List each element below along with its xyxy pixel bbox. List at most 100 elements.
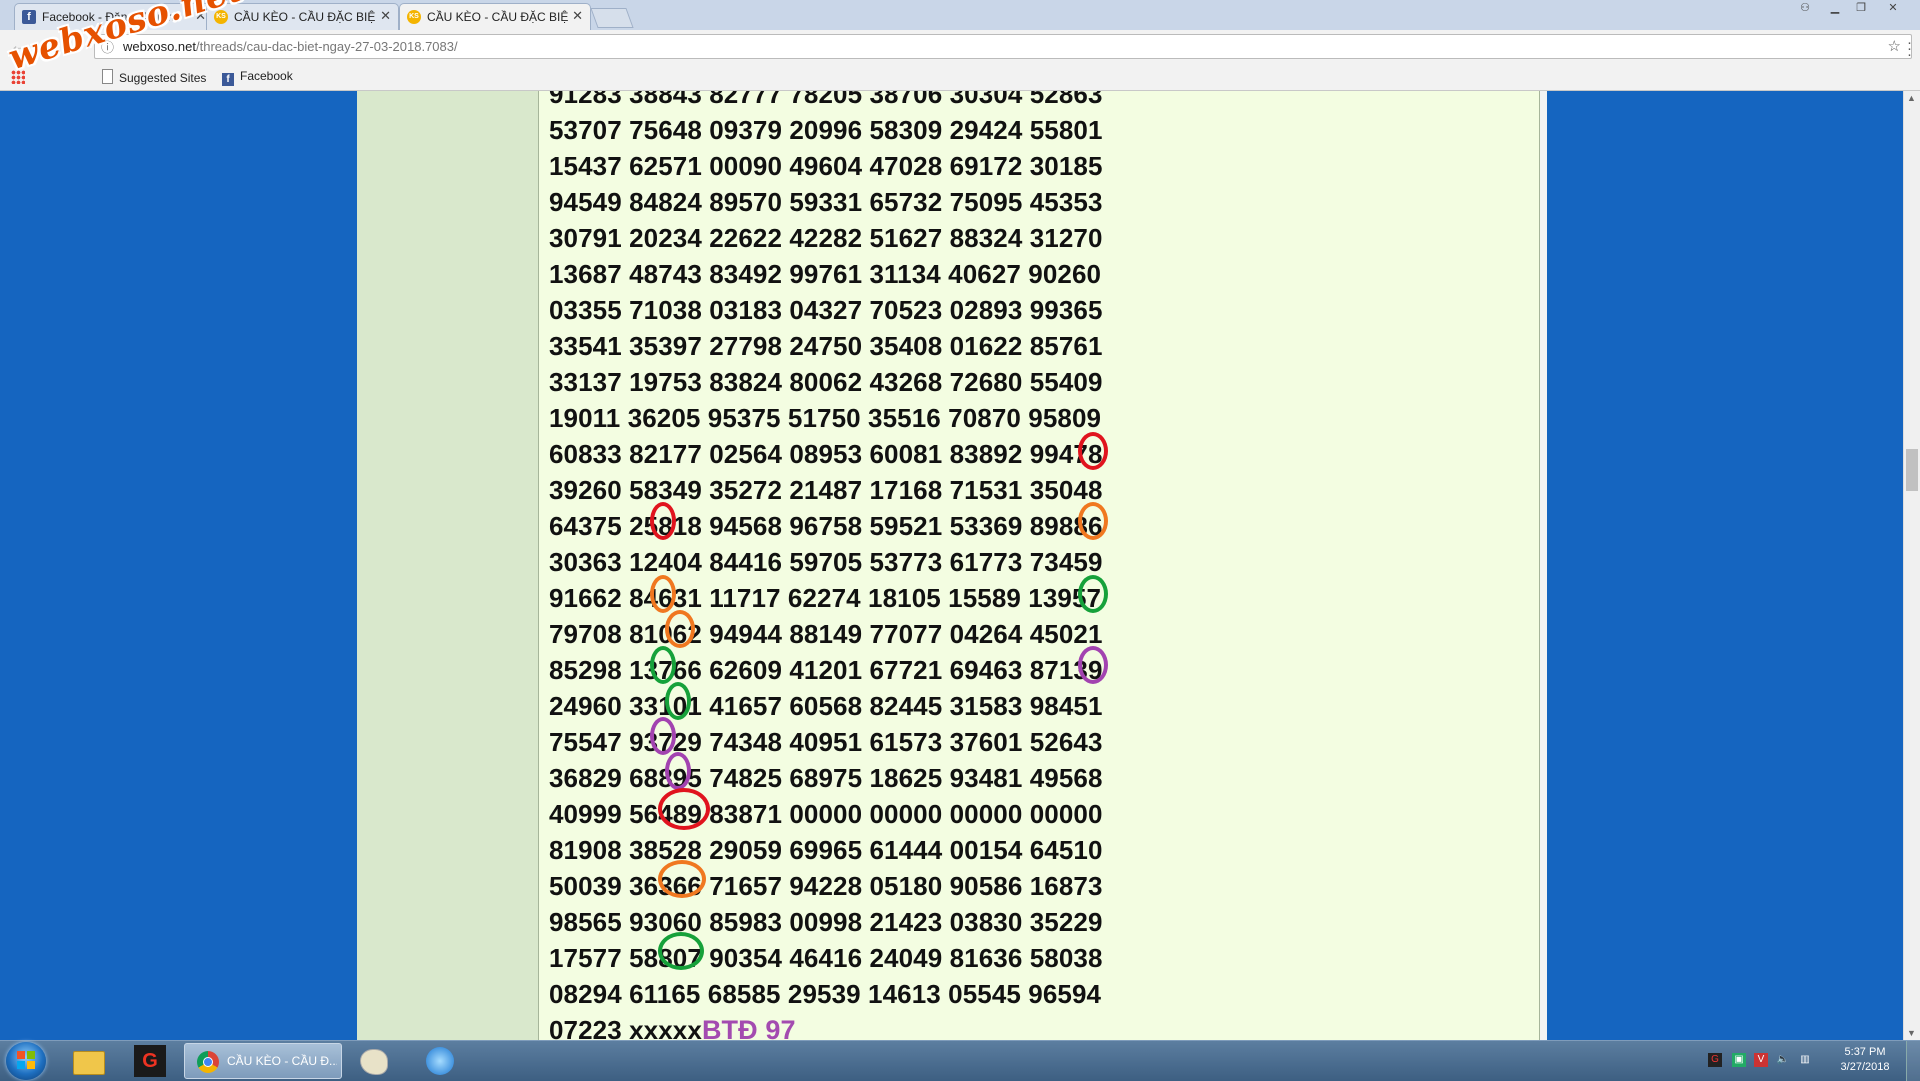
number-row: 98565 93060 85983 00998 21423 03830 3522… — [549, 907, 1103, 937]
highlight-circle — [1078, 575, 1108, 613]
number-row: 79708 81062 94944 88149 77077 04264 4502… — [549, 619, 1103, 649]
ks-icon: KS — [407, 10, 421, 24]
windows-logo-icon — [17, 1051, 35, 1069]
volume-icon[interactable]: 🔈 — [1776, 1053, 1790, 1067]
last-numbers: 07223 xxxxx — [549, 1015, 702, 1040]
highlight-circle — [665, 682, 691, 720]
highlight-circle — [1078, 646, 1108, 684]
nvidia-tray-icon[interactable]: ▣ — [1732, 1053, 1746, 1067]
number-row: 33137 19753 83824 80062 43268 72680 5540… — [549, 367, 1103, 397]
bookmark-label: Suggested Sites — [119, 71, 207, 85]
close-icon[interactable]: ✕ — [380, 8, 391, 24]
antivirus-tray-icon[interactable]: V — [1754, 1053, 1768, 1067]
highlight-circle — [650, 502, 676, 540]
number-row: 36829 68895 74825 68975 18625 93481 4956… — [549, 763, 1103, 793]
lottery-number-list: 91283 38843 82777 78205 38706 30304 5286… — [549, 91, 1103, 1040]
forum-post: 91283 38843 82777 78205 38706 30304 5286… — [357, 91, 1547, 1040]
post-author-column — [357, 91, 539, 1040]
web-page: 91283 38843 82777 78205 38706 30304 5286… — [0, 91, 1903, 1040]
highlight-circle — [665, 752, 691, 790]
number-row: 17577 58807 90354 46416 24049 81636 5803… — [549, 943, 1103, 973]
browser-toolbar: ← → ↻ ⓘ webxoso.net/threads/cau-dac-biet… — [0, 30, 1920, 64]
number-row: 94549 84824 89570 59331 65732 75095 4535… — [549, 187, 1103, 217]
clock-time: 5:37 PM — [1844, 1046, 1886, 1058]
number-row: 30363 12404 84416 59705 53773 61773 7345… — [549, 547, 1103, 577]
number-row: 91662 84631 11717 62274 18105 15589 1395… — [549, 583, 1102, 613]
app-icon — [426, 1047, 454, 1075]
tab-title: CẦU KÈO - CẦU ĐẶC BIỆ — [234, 10, 376, 24]
chrome-taskbar-button[interactable]: CẦU KÈO - CẦU Đ... — [184, 1043, 342, 1079]
bookmarks-bar: Suggested Sites f Facebook — [0, 64, 1920, 91]
number-row: 85298 13766 62609 41201 67721 69463 8713… — [549, 655, 1103, 685]
windows-taskbar: G CẦU KÈO - CẦU Đ... G ▣ V 🔈 ▥ 5:37 PM 3… — [0, 1040, 1920, 1081]
bookmark-label: Facebook — [240, 69, 293, 83]
highlight-circle — [650, 575, 676, 613]
number-row: 33541 35397 27798 24750 35408 01622 8576… — [549, 331, 1103, 361]
highlight-circle — [665, 610, 695, 648]
btd-tag: BTĐ 97 — [701, 1015, 796, 1040]
explorer-taskbar-button[interactable] — [68, 1043, 108, 1079]
new-tab-button[interactable] — [590, 8, 634, 28]
page-icon — [102, 69, 113, 84]
number-row: 30791 20234 22622 42282 51627 88324 3127… — [549, 223, 1103, 253]
network-icon[interactable]: ▥ — [1798, 1053, 1812, 1067]
facebook-icon: f — [22, 10, 36, 24]
number-row: 40999 56489 83871 00000 00000 00000 0000… — [549, 799, 1103, 829]
window-close-icon[interactable]: ✕ — [1880, 0, 1906, 18]
number-row: 08294 61165 68585 29539 14613 05545 9659… — [549, 979, 1102, 1009]
number-row: 75547 93729 74348 40951 61573 37601 5264… — [549, 727, 1103, 757]
url-path: /threads/cau-dac-biet-ngay-27-03-2018.70… — [196, 39, 458, 54]
number-row-last: 07223 xxxxxBTĐ 97 — [549, 1012, 1103, 1040]
highlight-circle — [1078, 502, 1108, 540]
taskbar-window-label: CẦU KÈO - CẦU Đ... — [227, 1054, 337, 1068]
page-scrollbar[interactable]: ▲ ▼ — [1903, 91, 1920, 1040]
folder-icon — [73, 1051, 105, 1075]
number-row: 60833 82177 02564 08953 60081 83892 9947… — [549, 439, 1103, 469]
minimize-icon[interactable]: ▁ — [1822, 0, 1848, 18]
number-row: 81908 38528 29059 69965 61444 00154 6451… — [549, 835, 1103, 865]
number-row: 91283 38843 82777 78205 38706 30304 5286… — [549, 91, 1103, 109]
address-bar[interactable]: ⓘ webxoso.net/threads/cau-dac-biet-ngay-… — [94, 34, 1912, 59]
scroll-thumb[interactable] — [1906, 449, 1918, 491]
number-row: 24960 33101 41657 60568 82445 31583 9845… — [549, 691, 1103, 721]
post-content: 91283 38843 82777 78205 38706 30304 5286… — [539, 91, 1540, 1040]
bookmark-star-icon[interactable]: ☆ — [1888, 35, 1901, 58]
start-button[interactable] — [6, 1042, 46, 1080]
clock-date: 3/27/2018 — [1840, 1061, 1890, 1073]
number-row: 13687 48743 83492 99761 31134 40627 9026… — [549, 259, 1102, 289]
highlight-circle — [658, 788, 710, 830]
chrome-icon — [197, 1051, 219, 1073]
scroll-down-icon[interactable]: ▼ — [1907, 1028, 1916, 1038]
number-row: 53707 75648 09379 20996 58309 29424 5580… — [549, 115, 1103, 145]
garena-tray-icon[interactable]: G — [1708, 1053, 1722, 1067]
restore-icon[interactable]: ❐ — [1848, 0, 1874, 18]
tab-title: CẦU KÈO - CẦU ĐẶC BIỆ — [427, 10, 568, 24]
bookmark-facebook[interactable]: f Facebook — [222, 69, 293, 86]
garena-taskbar-button[interactable]: G — [130, 1043, 170, 1079]
bookmark-suggested-sites[interactable]: Suggested Sites — [102, 69, 206, 85]
garena-icon: G — [134, 1045, 166, 1077]
tab-strip: f Facebook - Đăng nhập h ✕ KS CẦU KÈO - … — [0, 0, 1920, 31]
number-row: 64375 25818 94568 96758 59521 53369 8988… — [549, 511, 1103, 541]
number-row: 50039 36366 71657 94228 05180 90586 1687… — [549, 871, 1103, 901]
highlight-circle — [1078, 432, 1108, 470]
number-row: 19011 36205 95375 51750 35516 70870 9580… — [549, 403, 1102, 433]
highlight-circle — [650, 646, 676, 684]
number-row: 03355 71038 03183 04327 70523 02893 9936… — [549, 295, 1103, 325]
tab-cau-keo-active[interactable]: KS CẦU KÈO - CẦU ĐẶC BIỆ ✕ — [399, 3, 591, 31]
number-row: 15437 62571 00090 49604 47028 69172 3018… — [549, 151, 1103, 181]
number-row: 39260 58349 35272 21487 17168 71531 3504… — [549, 475, 1103, 505]
show-desktop-button[interactable] — [1906, 1041, 1920, 1081]
highlight-circle — [658, 860, 706, 898]
paint-taskbar-button[interactable] — [352, 1043, 392, 1079]
address-url: webxoso.net/threads/cau-dac-biet-ngay-27… — [123, 35, 458, 58]
taskbar-clock[interactable]: 5:37 PM 3/27/2018 — [1830, 1045, 1900, 1075]
close-icon[interactable]: ✕ — [572, 8, 583, 24]
highlight-circle — [650, 717, 676, 755]
paint-palette-icon — [360, 1049, 388, 1075]
app-taskbar-button[interactable] — [418, 1043, 458, 1079]
menu-icon[interactable]: · · · — [1907, 35, 1912, 62]
profile-icon[interactable]: ⚇ — [1792, 0, 1818, 18]
scroll-up-icon[interactable]: ▲ — [1907, 93, 1916, 103]
highlight-circle — [658, 932, 704, 970]
